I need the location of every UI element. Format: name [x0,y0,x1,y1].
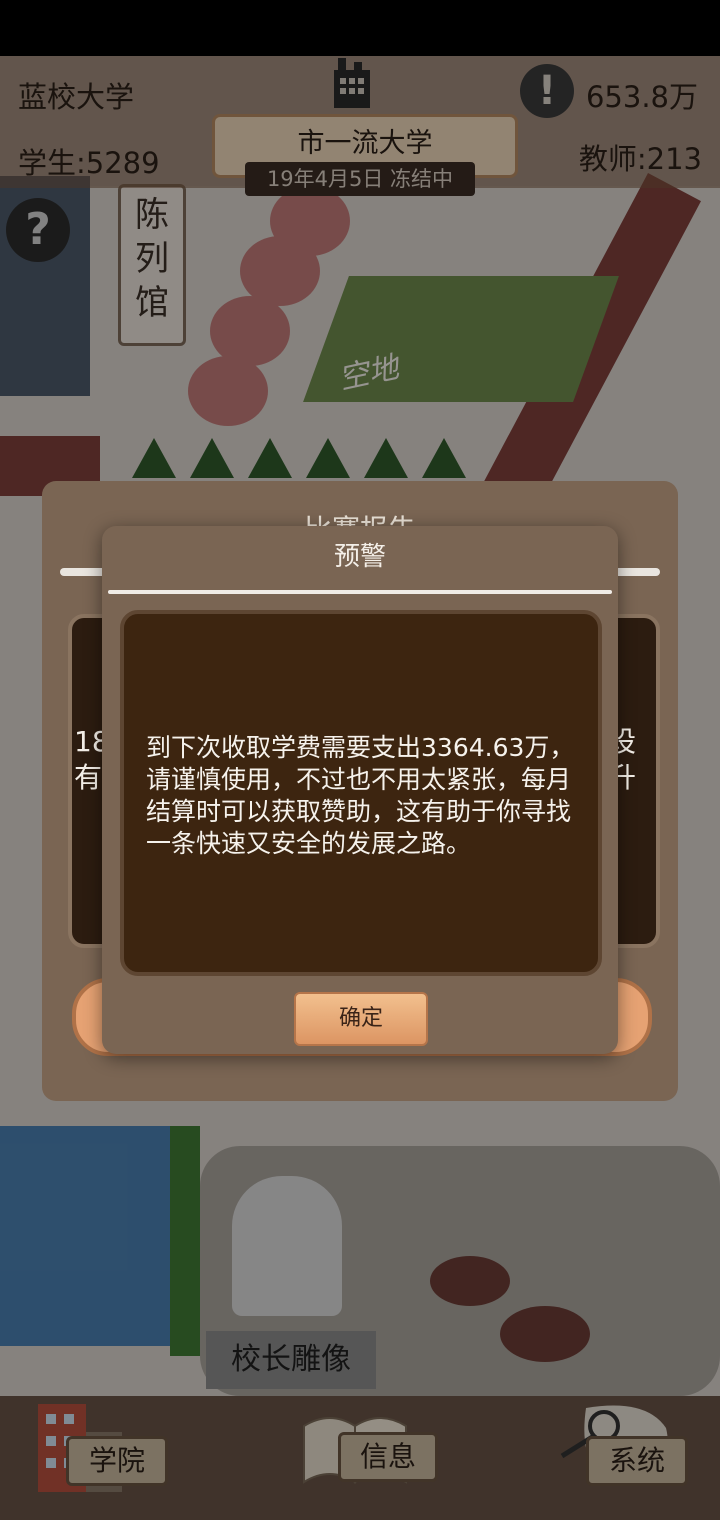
warning-title: 预警 [333,542,386,572]
confirm-button[interactable]: 确定 [294,992,428,1046]
warning-divider [108,590,612,594]
status-bar [0,0,720,56]
game-screen: 校长雕像 陈列馆 空地 蓝校大学 学生:5289 教师:213 653.8万 !… [0,56,720,1520]
warning-message: 到下次收取学费需要支出3364.63万，请谨慎使用，不过也不用太紧张，每月结算时… [146,733,575,858]
